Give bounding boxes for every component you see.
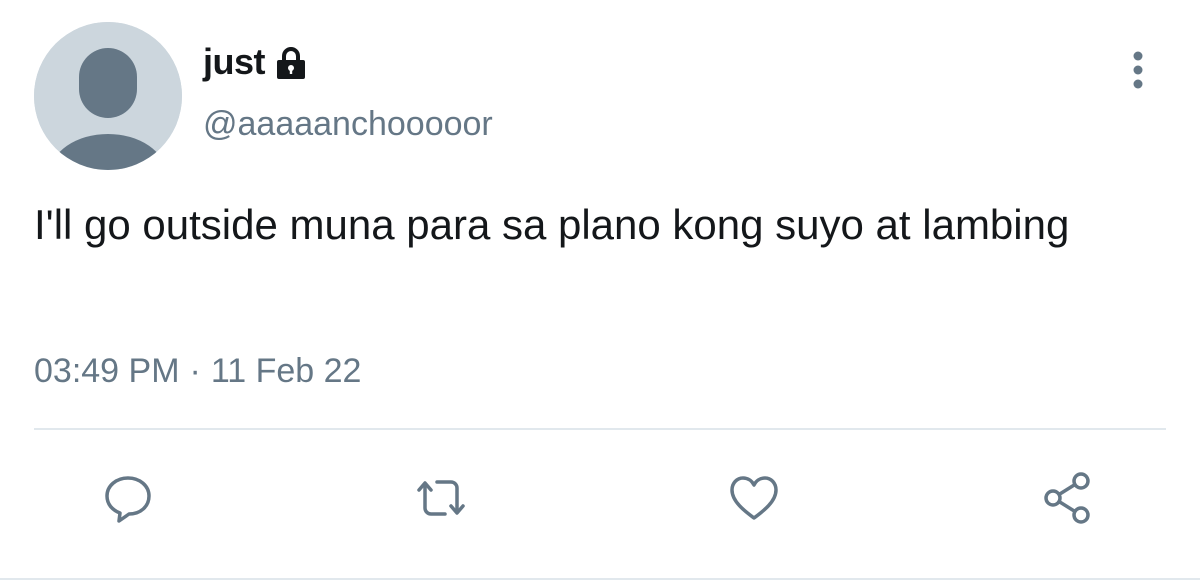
comment-icon — [105, 476, 151, 523]
lock-icon — [277, 47, 306, 79]
more-vertical-icon[interactable] — [1120, 46, 1156, 96]
user-handle[interactable]: @aaaaanchooooor — [203, 105, 493, 144]
retweet-icon — [417, 480, 465, 516]
tweet-card: just @aaaaanchooooor I'll go outside mun… — [0, 0, 1200, 583]
display-name-row: just — [203, 40, 309, 84]
avatar[interactable] — [34, 22, 182, 170]
share-button[interactable] — [1037, 468, 1097, 528]
divider — [34, 428, 1166, 430]
tweet-text: I'll go outside muna para sa plano kong … — [34, 201, 1070, 248]
share-icon — [1044, 472, 1090, 524]
bottom-divider — [0, 578, 1200, 580]
tweet-timestamp[interactable]: 03:49 PM · 11 Feb 22 — [34, 352, 361, 391]
reply-button[interactable] — [98, 468, 158, 528]
tweet-time: 03:49 PM — [34, 352, 180, 390]
timestamp-separator: · — [189, 352, 201, 390]
retweet-button[interactable] — [411, 468, 471, 528]
like-button[interactable] — [724, 468, 784, 528]
tweet-date: 11 Feb 22 — [210, 352, 362, 390]
default-avatar-icon — [34, 22, 182, 170]
display-name[interactable]: just — [203, 41, 266, 83]
heart-icon — [730, 476, 778, 520]
